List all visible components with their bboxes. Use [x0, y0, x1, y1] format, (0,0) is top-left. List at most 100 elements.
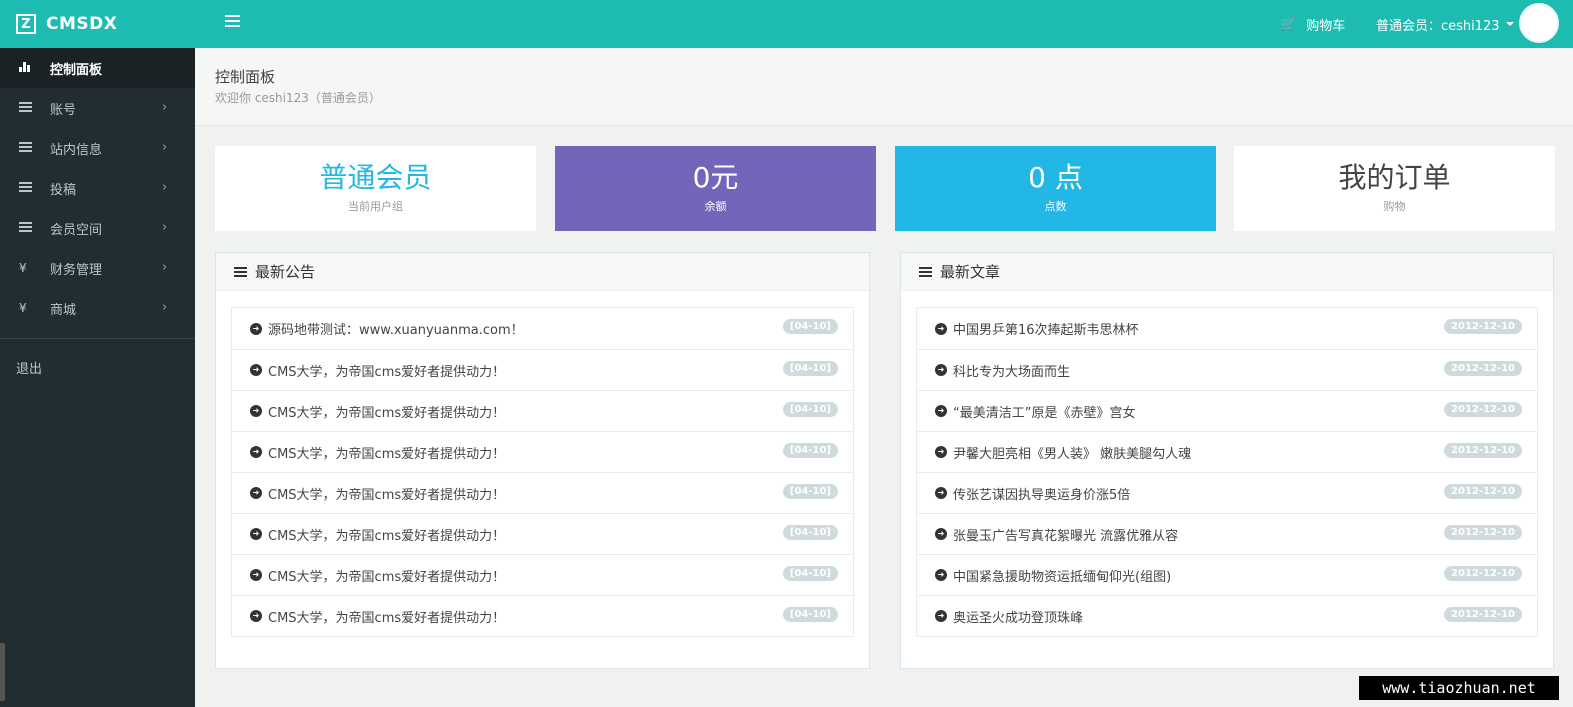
brand[interactable]: Z CMSDX — [16, 0, 117, 48]
arrow-circle-right-icon: ➜ — [935, 569, 947, 581]
chevron-right-icon: › — [162, 220, 168, 235]
sidebar-item-dashboard[interactable]: 控制面板 — [0, 48, 195, 88]
date-badge: 2012-12-10 — [1444, 402, 1522, 417]
date-badge: [04-10] — [782, 402, 838, 417]
list-icon — [234, 266, 247, 277]
list-item[interactable]: ➜ 奥运圣火成功登顶珠峰 2012-12-10 — [917, 595, 1537, 636]
date-badge: 2012-12-10 — [1444, 484, 1522, 499]
sidebar-item-messages[interactable]: 站内信息 › — [0, 128, 195, 168]
arrow-circle-right-icon: ➜ — [250, 322, 262, 335]
item-title: “最美清洁工”原是《赤壁》宫女 — [953, 405, 1136, 421]
sidebar-item-finance[interactable]: ¥ 财务管理 › — [0, 248, 195, 288]
sidebar-item-submit[interactable]: 投稿 › — [0, 168, 195, 208]
list-item[interactable]: ➜ 源码地带测试：www.xuanyuanma.com！ [04-10] — [232, 308, 853, 349]
arrow-circle-right-icon: ➜ — [250, 487, 262, 499]
stat-value: 我的订单 — [1338, 161, 1451, 195]
watermark: www.tiaozhuan.net — [1359, 676, 1559, 700]
list-item[interactable]: ➜ 张曼玉广告写真花絮曝光 流露优雅从容 2012-12-10 — [917, 513, 1537, 554]
logo-icon: Z — [16, 14, 36, 34]
top-header: Z CMSDX 🛒 购物车 普通会员：ceshi123 — [0, 0, 1573, 48]
bar-chart-icon — [0, 61, 50, 75]
list-item[interactable]: ➜ CMS大学，为帝国cms爱好者提供动力！ [04-10] — [232, 554, 853, 595]
stat-value: 普通会员 — [319, 161, 432, 195]
list-item[interactable]: ➜ CMS大学，为帝国cms爱好者提供动力！ [04-10] — [232, 390, 853, 431]
brand-name: CMSDX — [46, 14, 118, 34]
item-title: CMS大学，为帝国cms爱好者提供动力！ — [268, 446, 506, 462]
chevron-right-icon: › — [162, 180, 168, 195]
date-badge: 2012-12-10 — [1444, 607, 1522, 622]
arrow-circle-right-icon: ➜ — [250, 569, 262, 581]
stat-balance: 0元 余额 — [555, 146, 876, 231]
cart-link[interactable]: 🛒 购物车 — [1280, 0, 1345, 48]
date-badge: [04-10] — [782, 443, 838, 458]
arrow-circle-right-icon: ➜ — [250, 364, 262, 376]
avatar[interactable] — [1519, 3, 1559, 43]
item-title: 科比专为大场面而生 — [953, 364, 1071, 380]
list-item[interactable]: ➜ CMS大学，为帝国cms爱好者提供动力！ [04-10] — [232, 472, 853, 513]
sidebar-item-member-space[interactable]: 会员空间 › — [0, 208, 195, 248]
yen-icon: ¥ — [19, 261, 27, 275]
arrow-circle-right-icon: ➜ — [935, 610, 947, 622]
sidebar-item-label: 投稿 — [50, 182, 77, 198]
cart-icon: 🛒 — [1280, 16, 1297, 32]
chevron-right-icon: › — [162, 100, 168, 115]
arrow-circle-right-icon: ➜ — [935, 528, 947, 540]
user-label: 普通会员：ceshi123 — [1376, 18, 1500, 34]
item-title: CMS大学，为帝国cms爱好者提供动力！ — [268, 569, 506, 585]
date-badge: [04-10] — [782, 319, 838, 334]
list-icon — [0, 221, 50, 235]
sidebar-item-label: 控制面板 — [50, 62, 103, 78]
date-badge: [04-10] — [782, 361, 838, 376]
panel-title: 最新文章 — [940, 263, 1001, 281]
cart-label: 购物车 — [1306, 18, 1346, 34]
arrow-circle-right-icon: ➜ — [935, 446, 947, 458]
list-item[interactable]: ➜ 尹馨大胆亮相《男人装》 嫩肤美腿勾人魂 2012-12-10 — [917, 431, 1537, 472]
list-item[interactable]: ➜ CMS大学，为帝国cms爱好者提供动力！ [04-10] — [232, 513, 853, 554]
arrow-circle-right-icon: ➜ — [250, 446, 262, 458]
date-badge: 2012-12-10 — [1444, 525, 1522, 540]
chevron-right-icon: › — [162, 140, 168, 155]
stat-value: 0 点 — [1028, 161, 1083, 195]
list-item[interactable]: ➜ 中国男乒第16次捧起斯韦思林杯 2012-12-10 — [917, 308, 1537, 349]
user-menu[interactable]: 普通会员：ceshi123 — [1376, 0, 1514, 48]
date-badge: [04-10] — [782, 484, 838, 499]
arrow-circle-right-icon: ➜ — [250, 405, 262, 417]
caret-down-icon — [1505, 22, 1514, 26]
item-title: CMS大学，为帝国cms爱好者提供动力！ — [268, 610, 506, 626]
list-icon — [0, 101, 50, 115]
sidebar-item-account[interactable]: 账号 › — [0, 88, 195, 128]
logout-link[interactable]: 退出 — [16, 358, 42, 377]
list-item[interactable]: ➜ “最美清洁工”原是《赤壁》宫女 2012-12-10 — [917, 390, 1537, 431]
list-item[interactable]: ➜ CMS大学，为帝国cms爱好者提供动力！ [04-10] — [232, 431, 853, 472]
announcements-panel: 最新公告 ➜ 源码地带测试：www.xuanyuanma.com！ [04-10] … — [215, 252, 870, 669]
sidebar-item-shop[interactable]: ¥ 商城 › — [0, 288, 195, 328]
list-item[interactable]: ➜ 传张艺谋因执导奥运身价涨5倍 2012-12-10 — [917, 472, 1537, 513]
date-badge: [04-10] — [782, 566, 838, 581]
list-item[interactable]: ➜ 科比专为大场面而生 2012-12-10 — [917, 349, 1537, 390]
item-title: 传张艺谋因执导奥运身价涨5倍 — [953, 487, 1131, 503]
panel-heading: 最新公告 — [216, 253, 869, 291]
list-item[interactable]: ➜ 中国紧急援助物资运抵缅甸仰光(组图) 2012-12-10 — [917, 554, 1537, 595]
item-title: CMS大学，为帝国cms爱好者提供动力！ — [268, 364, 506, 380]
sidebar: 控制面板 账号 › 站内信息 › 投稿 › 会员空间 › ¥ 财务管理 › ¥ … — [0, 48, 195, 707]
item-title: CMS大学，为帝国cms爱好者提供动力！ — [268, 487, 506, 503]
arrow-circle-right-icon: ➜ — [935, 487, 947, 499]
date-badge: 2012-12-10 — [1444, 361, 1522, 376]
sidebar-item-label: 财务管理 — [50, 262, 103, 278]
page-subtitle: 欢迎你 ceshi123（普通会员） — [215, 91, 381, 105]
articles-panel: 最新文章 ➜ 中国男乒第16次捧起斯韦思林杯 2012-12-10 ➜ 科比专为大场面… — [900, 252, 1554, 669]
stat-label: 余额 — [704, 199, 727, 213]
side-scroll-handle[interactable] — [0, 643, 5, 701]
list-item[interactable]: ➜ CMS大学，为帝国cms爱好者提供动力！ [04-10] — [232, 595, 853, 636]
menu-toggle-icon[interactable] — [225, 15, 240, 29]
sidebar-divider — [0, 338, 195, 339]
item-title: CMS大学，为帝国cms爱好者提供动力！ — [268, 405, 506, 421]
item-title: 张曼玉广告写真花絮曝光 流露优雅从容 — [953, 528, 1179, 544]
list-item[interactable]: ➜ CMS大学，为帝国cms爱好者提供动力！ [04-10] — [232, 349, 853, 390]
date-badge: 2012-12-10 — [1444, 566, 1522, 581]
stat-my-orders[interactable]: 我的订单 购物 — [1234, 146, 1555, 231]
arrow-circle-right-icon: ➜ — [250, 528, 262, 540]
stat-points: 0 点 点数 — [895, 146, 1216, 231]
sidebar-item-label: 站内信息 — [50, 142, 103, 158]
item-title: 中国紧急援助物资运抵缅甸仰光(组图) — [953, 569, 1172, 585]
